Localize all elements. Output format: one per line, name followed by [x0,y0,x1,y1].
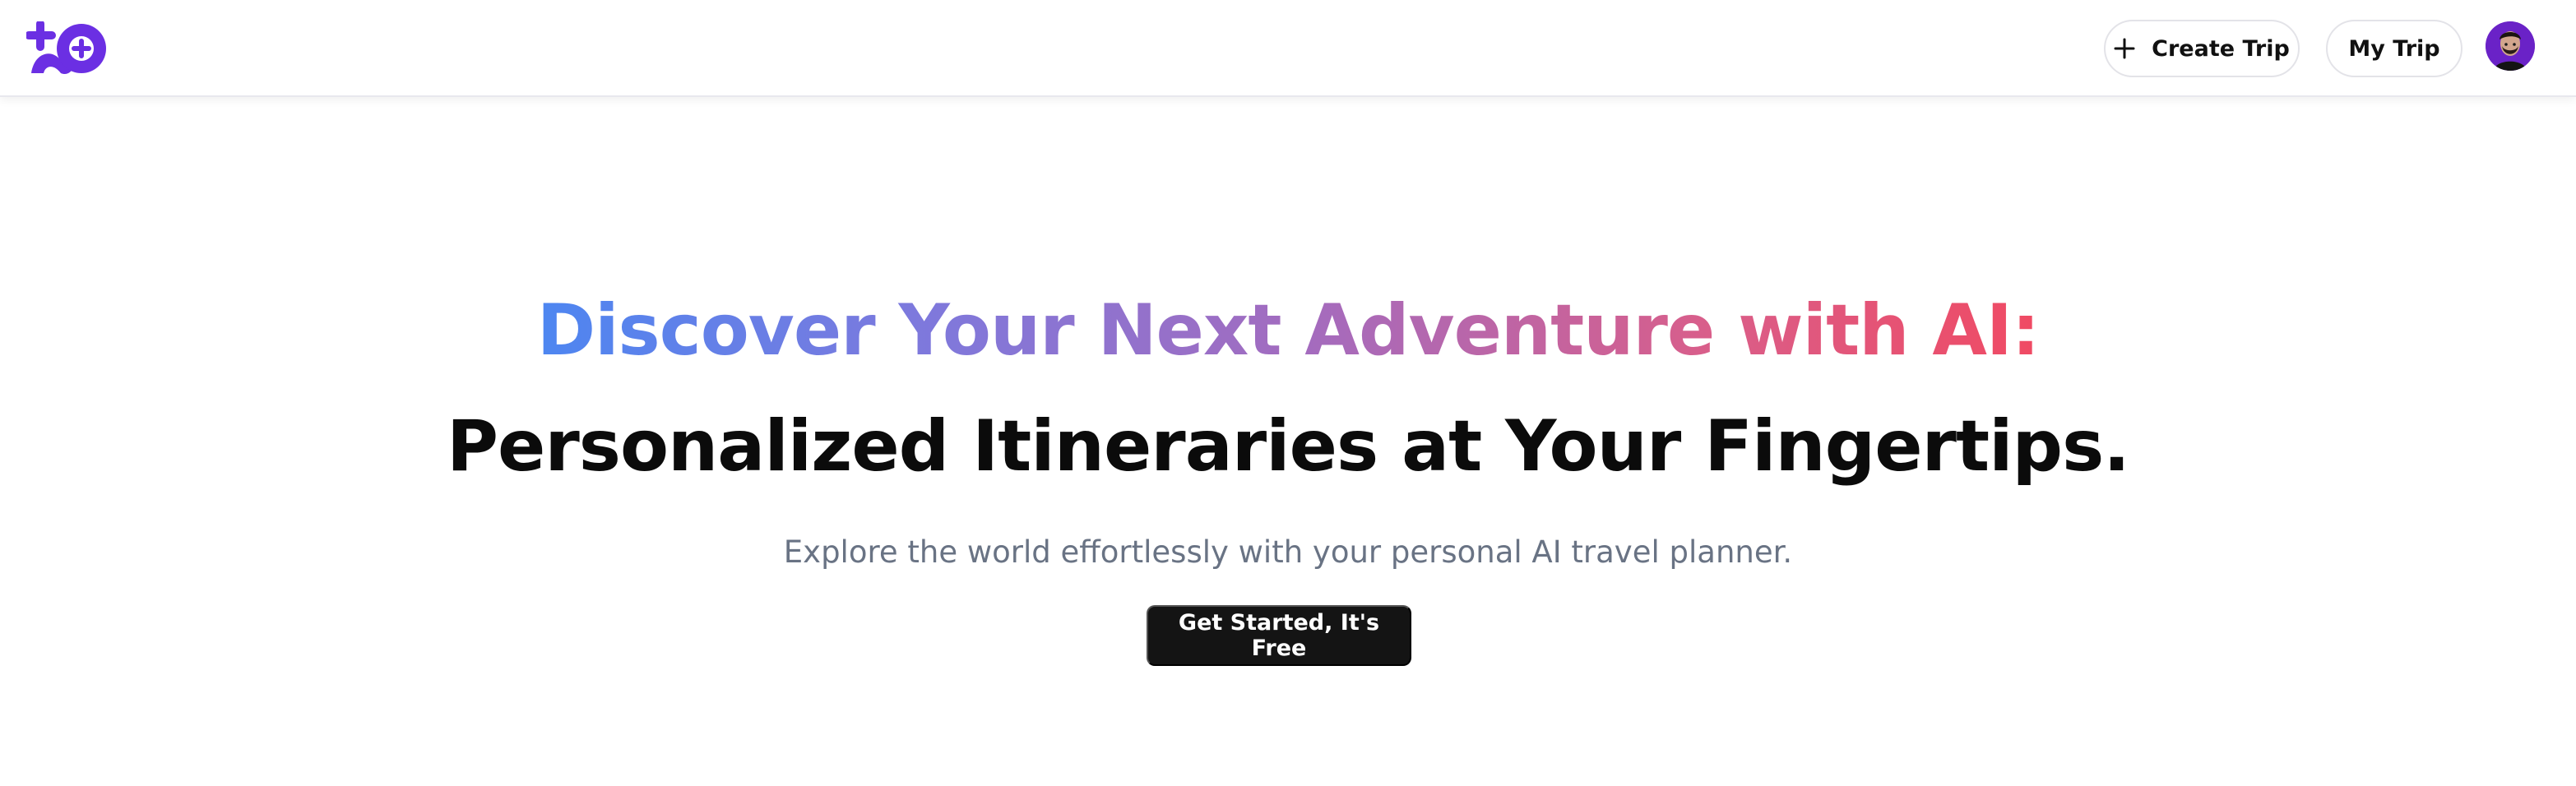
get-started-button[interactable]: Get Started, It's Free [1147,605,1411,666]
user-avatar-icon[interactable] [2486,21,2535,71]
create-trip-label: Create Trip [2152,35,2290,62]
my-trip-button[interactable]: My Trip [2326,20,2462,77]
headline-line-1: Discover Your Next Adventure with AI: [0,286,2576,375]
create-trip-button[interactable]: Create Trip [2104,20,2300,77]
landing-page: Create Trip My Trip Discover Your Next A… [0,0,2576,786]
get-started-label: Get Started, It's Free [1178,610,1380,661]
hero-subtitle: Explore the world effortlessly with your… [783,534,1793,570]
sparkle-map-pin-logo-icon[interactable] [25,20,110,77]
plus-icon [2114,38,2135,59]
gradient-headline-text: Discover Your Next Adventure with AI: [536,289,2041,372]
top-navigation-bar: Create Trip My Trip [0,0,2576,97]
my-trip-label: My Trip [2348,35,2440,62]
headline-line-2: Personalized Itineraries at Your Fingert… [447,405,2130,488]
